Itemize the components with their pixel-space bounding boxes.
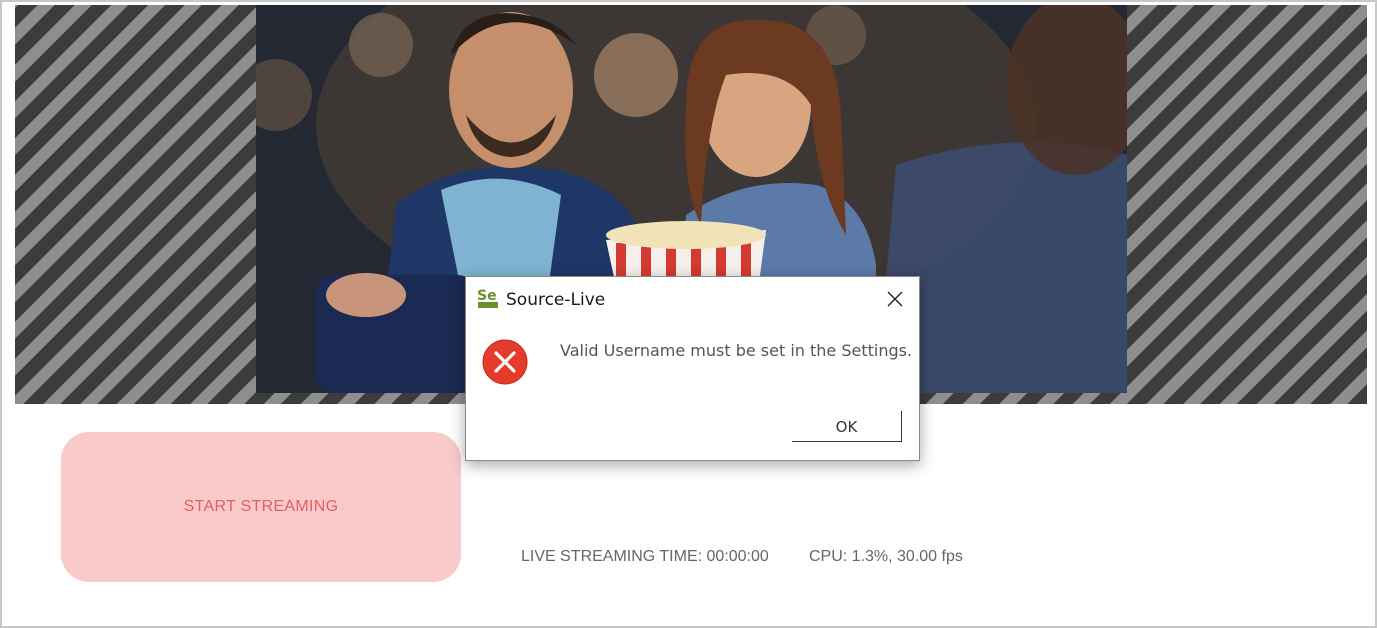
dialog-titlebar[interactable]: Se Source-Live <box>466 277 919 319</box>
svg-text:Se: Se <box>477 288 497 304</box>
start-streaming-button[interactable]: START STREAMING <box>61 432 461 582</box>
ok-button[interactable]: OK <box>792 411 902 442</box>
live-streaming-time: LIVE STREAMING TIME: 00:00:00 <box>521 548 769 565</box>
cpu-status: CPU: 1.3%, 30.00 fps <box>809 548 963 565</box>
error-dialog: Se Source-Live Valid Username must be se… <box>465 276 920 461</box>
dialog-message: Valid Username must be set in the Settin… <box>560 341 913 360</box>
close-icon <box>887 291 903 307</box>
app-window: START STREAMING LIVE STREAMING TIME: 00:… <box>0 0 1377 628</box>
source-live-app-icon: Se <box>476 285 500 309</box>
dialog-title: Source-Live <box>506 290 606 310</box>
close-button[interactable] <box>878 283 912 315</box>
error-icon <box>482 339 528 385</box>
